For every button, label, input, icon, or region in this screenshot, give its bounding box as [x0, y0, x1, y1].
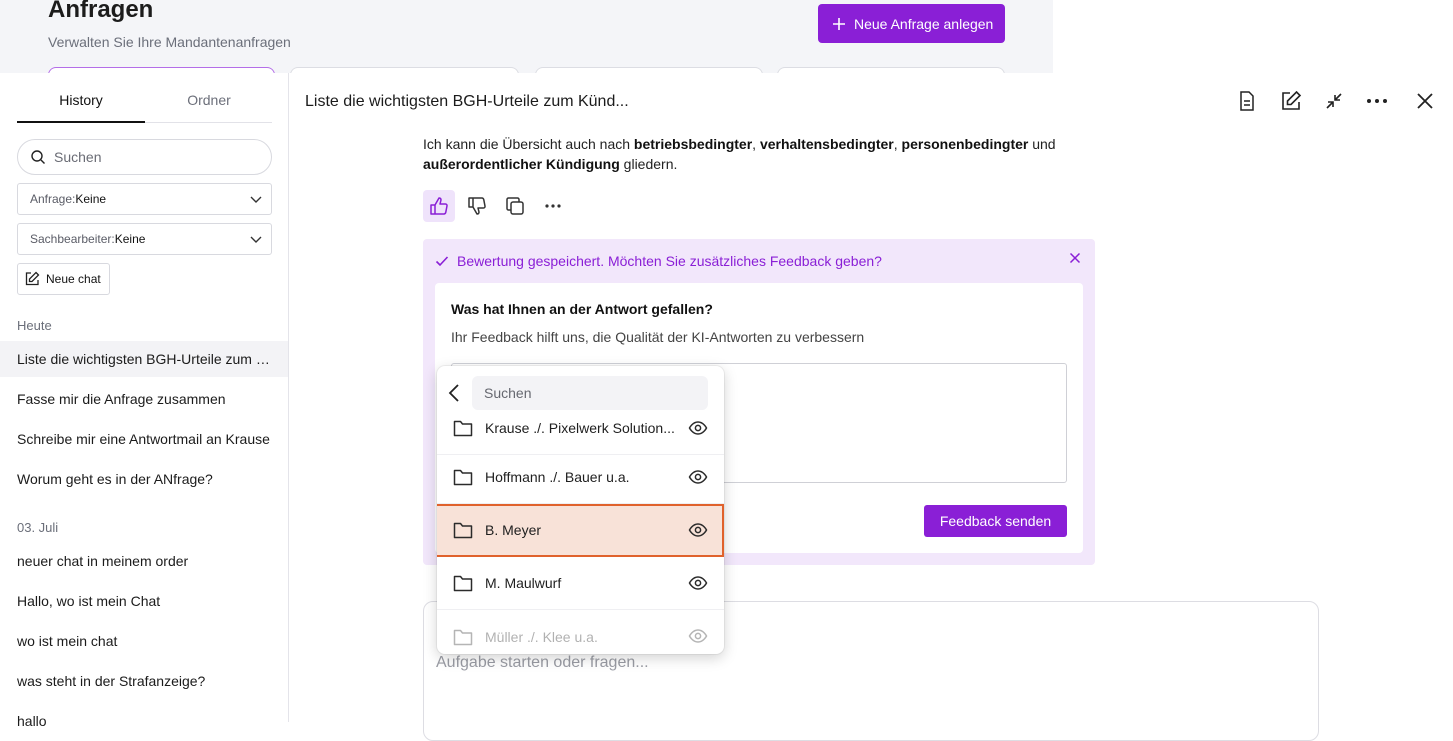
group-label-today: Heute — [17, 318, 52, 333]
answer-text: und — [1028, 136, 1056, 152]
thumbs-up-icon[interactable] — [423, 190, 455, 222]
chat-history-item[interactable]: neuer chat in meinem order — [0, 543, 288, 579]
answer-bold: außerordentlicher Kündigung — [423, 156, 620, 172]
answer-text: , — [752, 136, 760, 152]
folder-icon — [453, 521, 473, 539]
tab-history[interactable]: History — [17, 87, 145, 123]
send-feedback-button[interactable]: Feedback senden — [924, 505, 1067, 537]
document-icon[interactable] — [1235, 89, 1259, 113]
sidebar-tabs: History Ordner — [17, 87, 272, 123]
filter-label: Sachbearbeiter: — [30, 232, 115, 246]
search-input[interactable] — [54, 149, 254, 165]
folder-item[interactable]: Müller ./. Klee u.a. — [437, 610, 724, 654]
edit-icon — [24, 271, 40, 287]
answer-text: gliedern. — [619, 156, 678, 172]
answer-bold: betriebsbedingter — [633, 136, 753, 152]
sidebar-search[interactable] — [17, 139, 272, 175]
filter-value: Keine — [75, 192, 107, 206]
group-label-date: 03. Juli — [17, 520, 59, 535]
assistant-message: Ich kann die Übersicht auch nach betrieb… — [423, 134, 1083, 174]
answer-bold: verhaltensbedingter — [759, 136, 894, 152]
page-title: Anfragen — [48, 0, 154, 23]
chat-history-item[interactable]: Worum geht es in der ANfrage? — [0, 461, 288, 497]
folder-name: B. Meyer — [485, 522, 542, 538]
chevron-down-icon — [249, 192, 263, 206]
folder-icon — [453, 419, 473, 437]
chat-history-item[interactable]: Hallo, wo ist mein Chat — [0, 583, 288, 619]
composer-placeholder: Aufgabe starten oder fragen... — [436, 654, 649, 671]
folder-item[interactable]: Hoffmann ./. Bauer u.a. — [437, 451, 724, 504]
chat-history-item[interactable]: wo ist mein chat — [0, 623, 288, 659]
page-header: Anfragen Verwalten Sie Ihre Mandantenanf… — [0, 0, 1053, 77]
chat-sidebar: History Ordner Anfrage: Keine Sachbearbe… — [0, 73, 289, 729]
feedback-subtitle: Ihr Feedback hilft uns, die Qualität der… — [451, 329, 865, 345]
folder-search[interactable] — [472, 376, 708, 410]
folder-name: Müller ./. Klee u.a. — [485, 628, 598, 645]
new-request-label: Neue Anfrage anlegen — [854, 15, 994, 32]
folder-search-input[interactable] — [484, 385, 684, 401]
folder-dropdown: Krause ./. Pixelwerk Solution... Hoffman… — [437, 366, 724, 654]
checkmark-icon — [435, 254, 449, 268]
more-options-icon[interactable] — [537, 190, 569, 222]
folder-name: M. Maulwurf — [485, 575, 562, 591]
minimize-icon[interactable] — [1322, 89, 1346, 113]
new-chat-label: Neue chat — [46, 272, 101, 286]
eye-icon[interactable] — [688, 418, 708, 438]
eye-icon[interactable] — [688, 520, 708, 540]
answer-bold: personenbedingter — [901, 136, 1029, 152]
feedback-status: Bewertung gespeichert. Möchten Sie zusät… — [435, 253, 882, 269]
folder-icon — [453, 574, 473, 592]
thumbs-down-icon[interactable] — [461, 190, 493, 222]
folder-icon — [453, 468, 473, 486]
new-request-button[interactable]: Neue Anfrage anlegen — [818, 4, 1005, 43]
chevron-left-icon[interactable] — [447, 382, 463, 404]
folder-name: Krause ./. Pixelwerk Solution... — [485, 420, 675, 436]
folder-name: Hoffmann ./. Bauer u.a. — [485, 469, 630, 485]
plus-icon — [832, 17, 846, 31]
search-icon — [30, 149, 46, 165]
page-subtitle: Verwalten Sie Ihre Mandantenanfragen — [48, 34, 291, 50]
close-icon[interactable] — [1069, 252, 1081, 264]
answer-text: Ich kann die Übersicht auch nach — [423, 136, 634, 152]
filter-label: Anfrage: — [30, 192, 76, 206]
filter-anfrage-select[interactable]: Anfrage: Keine — [17, 183, 272, 215]
eye-icon[interactable] — [688, 467, 708, 487]
tab-ordner[interactable]: Ordner — [145, 87, 273, 123]
eye-icon[interactable] — [688, 626, 708, 646]
chat-history-item[interactable]: Schreibe mir eine Antwortmail an Krause — [0, 421, 288, 457]
message-actions — [423, 190, 569, 222]
chat-history-item[interactable]: Fasse mir die Anfrage zusammen — [0, 381, 288, 417]
filter-sachbearbeiter-select[interactable]: Sachbearbeiter: Keine — [17, 223, 272, 255]
chat-history-item[interactable]: was steht in der Strafanzeige? — [0, 663, 288, 699]
chat-title: Liste die wichtigsten BGH-Urteile zum Kü… — [305, 93, 629, 110]
edit-icon[interactable] — [1279, 89, 1303, 113]
feedback-question: Was hat Ihnen an der Antwort gefallen? — [451, 301, 713, 317]
copy-icon[interactable] — [499, 190, 531, 222]
close-icon[interactable] — [1413, 89, 1437, 113]
chat-history-item[interactable]: hallo — [0, 703, 288, 739]
chevron-down-icon — [249, 232, 263, 246]
answer-text: , — [893, 136, 902, 152]
filter-value: Keine — [114, 232, 146, 246]
feedback-status-text: Bewertung gespeichert. Möchten Sie zusät… — [457, 253, 882, 269]
folder-item[interactable]: Krause ./. Pixelwerk Solution... — [437, 410, 724, 455]
folder-icon — [453, 628, 473, 646]
chat-history-item[interactable]: Liste die wichtigsten BGH-Urteile zum Kü… — [0, 341, 288, 377]
new-chat-button[interactable]: Neue chat — [17, 263, 110, 295]
folder-item-selected[interactable]: B. Meyer — [437, 504, 724, 557]
eye-icon[interactable] — [688, 573, 708, 593]
more-options-icon[interactable] — [1365, 89, 1389, 113]
folder-item[interactable]: M. Maulwurf — [437, 557, 724, 610]
folder-list: Krause ./. Pixelwerk Solution... Hoffman… — [437, 410, 724, 654]
